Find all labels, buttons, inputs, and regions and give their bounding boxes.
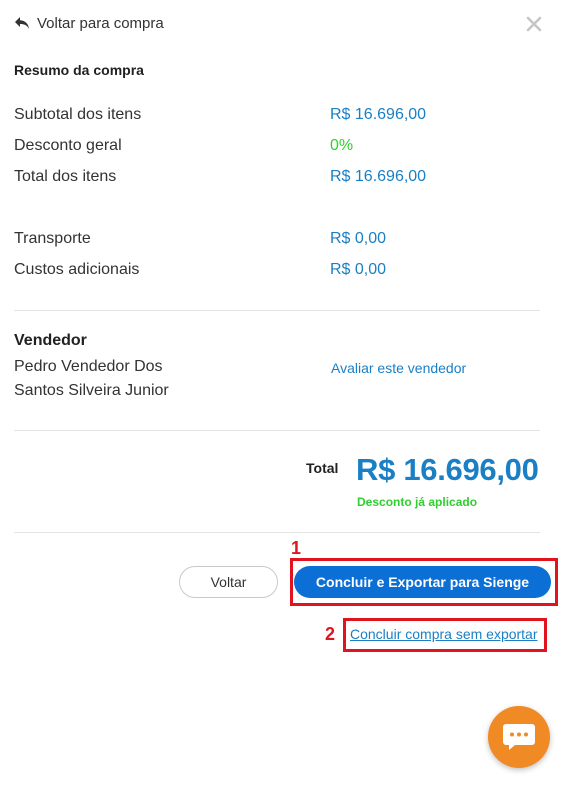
conclude-export-button[interactable]: Concluir e Exportar para Sienge	[294, 566, 551, 598]
subtotal-label: Subtotal dos itens	[14, 106, 142, 123]
back-button[interactable]: Voltar	[179, 566, 278, 598]
additional-costs-value: R$ 0,00	[330, 261, 387, 278]
divider	[14, 430, 540, 431]
general-discount-value: 0%	[330, 137, 354, 154]
conclude-without-export-link[interactable]: Concluir compra sem exportar	[350, 626, 538, 642]
items-total-label: Total dos itens	[14, 168, 117, 185]
back-to-purchase-link[interactable]: Voltar para compra	[14, 12, 164, 34]
annotation-marker-1: 1	[291, 538, 302, 558]
total-label: Total	[306, 460, 339, 476]
additional-costs-label: Custos adicionais	[14, 261, 140, 278]
vendor-name: Pedro Vendedor Dos Santos Silveira Junio…	[14, 358, 169, 399]
divider	[14, 532, 540, 533]
vendor-title: Vendedor	[14, 332, 87, 349]
chat-button[interactable]	[488, 706, 550, 768]
summary-title: Resumo da compra	[14, 62, 144, 78]
shipping-value: R$ 0,00	[330, 230, 387, 247]
total-value: R$ 16.696,00	[356, 452, 539, 487]
items-total-value: R$ 16.696,00	[330, 168, 427, 185]
annotation-marker-2: 2	[325, 624, 336, 644]
general-discount-label: Desconto geral	[14, 137, 122, 154]
reply-arrow-icon	[15, 17, 29, 29]
shipping-label: Transporte	[14, 230, 91, 247]
subtotal-value: R$ 16.696,00	[330, 106, 427, 123]
divider	[14, 310, 540, 311]
discount-applied-note: Desconto já aplicado	[357, 495, 478, 509]
back-to-purchase-label: Voltar para compra	[37, 14, 164, 32]
close-icon[interactable]	[524, 14, 544, 34]
rate-vendor-link[interactable]: Avaliar este vendedor	[331, 360, 466, 376]
chat-bubble-icon	[503, 724, 535, 750]
